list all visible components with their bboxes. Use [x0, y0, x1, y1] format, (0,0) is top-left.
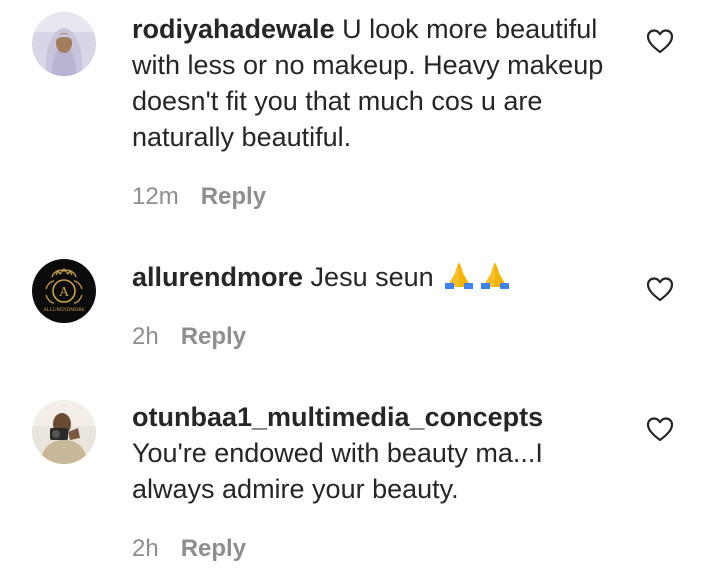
hijab-person-avatar-icon: [32, 12, 96, 76]
comment-body: Jesu seun: [303, 262, 442, 292]
comment-username[interactable]: rodiyahadewale: [132, 14, 335, 44]
heart-outline-icon: [646, 277, 674, 302]
comment-text: rodiyahadewale U look more beautiful wit…: [132, 11, 622, 155]
avatar[interactable]: [32, 400, 96, 464]
comment-username[interactable]: otunbaa1_multimedia_concepts: [132, 402, 543, 432]
like-button[interactable]: [646, 276, 674, 302]
like-button[interactable]: [646, 28, 674, 54]
allurendmore-logo-avatar-icon: A ALLURENDMORE: [32, 259, 96, 323]
reply-button[interactable]: Reply: [181, 323, 246, 350]
folded-hands-emoji: [441, 259, 513, 298]
comment-username[interactable]: allurendmore: [132, 262, 303, 292]
comment-time: 12m: [132, 183, 179, 210]
comment-meta: 2h Reply: [132, 322, 246, 352]
heart-outline-icon: [646, 417, 674, 442]
comment-meta: 12m Reply: [132, 182, 266, 212]
comment-time: 2h: [132, 323, 159, 350]
avatar-monogram: A: [59, 285, 70, 300]
comment-time: 2h: [132, 535, 159, 562]
reply-button[interactable]: Reply: [181, 535, 246, 562]
comment-text: allurendmore Jesu seun: [132, 259, 622, 298]
comment-meta: 2h Reply: [132, 534, 246, 564]
avatar[interactable]: [32, 12, 96, 76]
comment-text: otunbaa1_multimedia_concepts You're endow…: [132, 399, 622, 507]
photographer-avatar-icon: [32, 400, 96, 464]
heart-outline-icon: [646, 29, 674, 54]
reply-button[interactable]: Reply: [201, 183, 266, 210]
avatar[interactable]: A ALLURENDMORE: [32, 259, 96, 323]
folded-hands-icon: [445, 263, 510, 289]
like-button[interactable]: [646, 416, 674, 442]
avatar-caption: ALLURENDMORE: [43, 308, 84, 313]
comment-body: You're endowed with beauty ma...I always…: [132, 438, 543, 504]
